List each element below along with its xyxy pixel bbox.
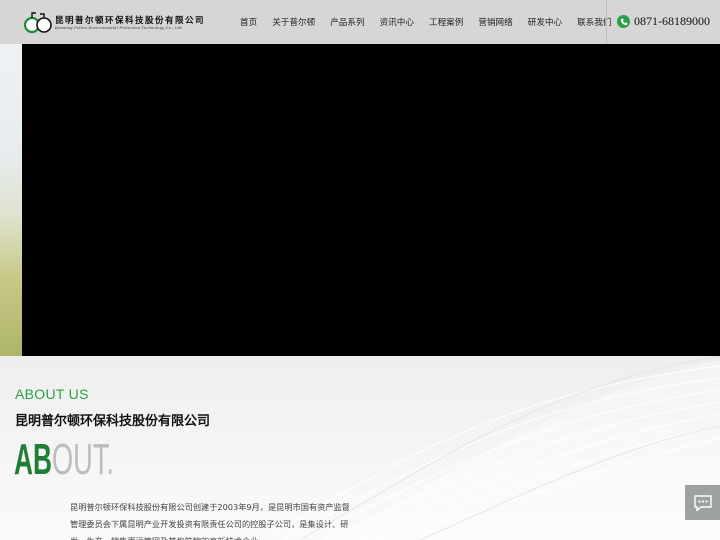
phone-icon xyxy=(617,15,630,28)
banner-side-image xyxy=(0,44,22,356)
chat-icon xyxy=(693,494,712,511)
nav-news[interactable]: 资讯中心 xyxy=(380,16,414,28)
about-decorative-word: AB OUT. xyxy=(14,436,114,478)
logo[interactable]: 昆明普尔顿环保科技股份有限公司 Kunming Pulton Environme… xyxy=(24,12,205,34)
floating-chat-button[interactable] xyxy=(685,485,720,520)
phone-contact[interactable]: 0871-68189000 xyxy=(617,14,710,29)
about-word-dark: AB xyxy=(14,436,52,478)
nav-marketing[interactable]: 营销网络 xyxy=(478,16,512,28)
nav-home[interactable]: 首页 xyxy=(240,16,257,28)
about-company-name: 昆明普尔顿环保科技股份有限公司 xyxy=(15,414,211,429)
video-player[interactable] xyxy=(22,44,720,356)
site-header: 昆明普尔顿环保科技股份有限公司 Kunming Pulton Environme… xyxy=(0,0,720,44)
logo-chinese-name: 昆明普尔顿环保科技股份有限公司 xyxy=(55,15,206,26)
nav-rd[interactable]: 研发中心 xyxy=(528,16,562,28)
about-section: ABOUT US 昆明普尔顿环保科技股份有限公司 AB OUT. 昆明普尔顿环保… xyxy=(0,356,720,540)
logo-mark-icon xyxy=(24,12,52,34)
about-description: 昆明普尔顿环保科技股份有限公司创建于2003年9月，是昆明市国有资产监督管理委员… xyxy=(70,502,350,540)
nav-about[interactable]: 关于普尔顿 xyxy=(272,16,315,28)
about-word-light: OUT. xyxy=(52,436,114,478)
nav-products[interactable]: 产品系列 xyxy=(330,16,364,28)
main-nav: 首页 关于普尔顿 产品系列 资讯中心 工程案例 营销网络 研发中心 联系我们 xyxy=(240,0,627,44)
header-divider xyxy=(606,0,607,44)
nav-cases[interactable]: 工程案例 xyxy=(429,16,463,28)
logo-english-name: Kunming Pulton Environmental Protection … xyxy=(55,25,184,30)
about-title-en: ABOUT US xyxy=(15,386,89,402)
phone-number: 0871-68189000 xyxy=(634,14,710,28)
